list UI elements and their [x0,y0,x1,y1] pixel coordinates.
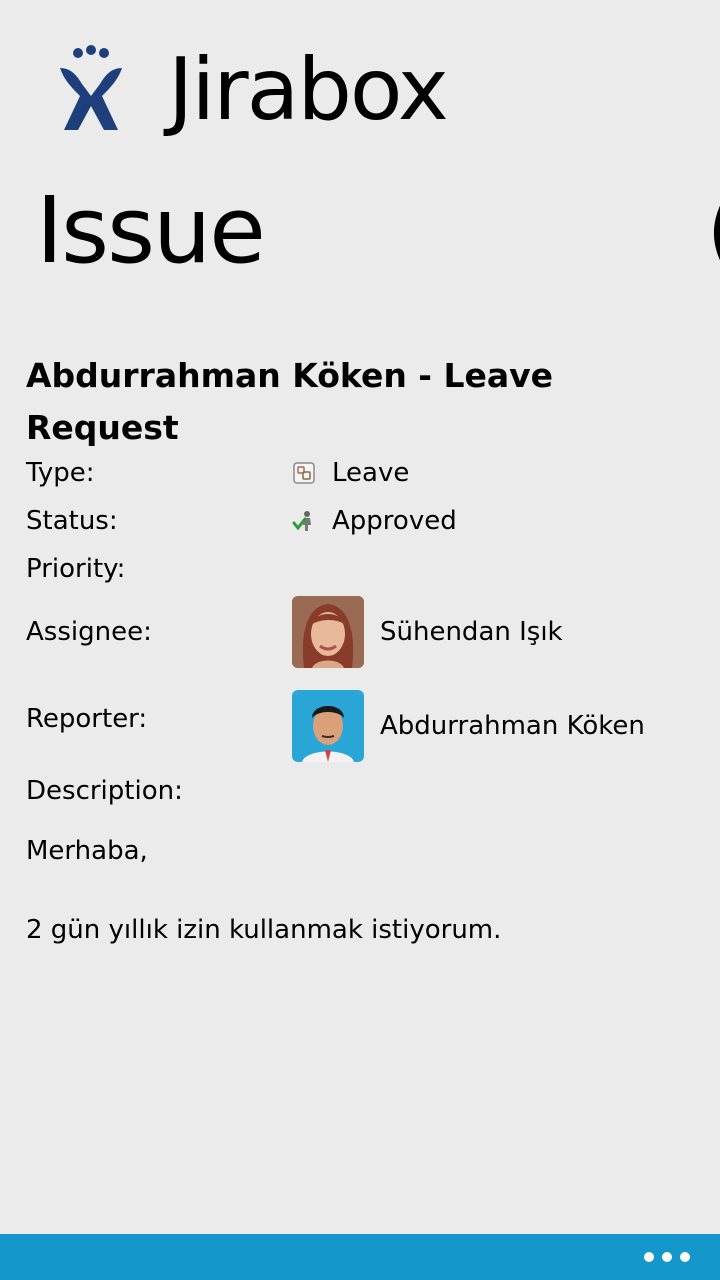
description-line: Merhaba, [26,836,148,866]
issue-title: Abdurrahman Köken - Leave Request [26,356,554,447]
status-value: Approved [292,503,457,539]
priority-label: Priority: [26,554,126,584]
jira-logo-icon [60,45,122,130]
next-pivot-header[interactable]: ( [706,176,720,286]
app-bar [0,1234,720,1280]
reporter-label: Reporter: [26,704,148,734]
leave-type-icon [293,462,315,484]
assignee-label: Assignee: [26,617,152,647]
assignee-value: Sühendan Işık [292,596,563,668]
page-title: Issue [36,177,266,284]
reporter-name: Abdurrahman Köken [380,711,645,741]
type-value: Leave [292,455,409,491]
app-header: Jirabox [56,40,449,140]
description-line: 2 gün yıllık izin kullanmak istiyorum. [26,915,502,945]
assignee-avatar [292,596,364,668]
status-label: Status: [26,506,118,536]
type-label: Type: [26,458,95,488]
status-value-text: Approved [332,506,457,536]
approved-status-icon [292,511,311,531]
description-label: Description: [26,776,183,806]
more-dots-icon[interactable] [644,1246,690,1268]
reporter-value: Abdurrahman Köken [292,690,645,762]
assignee-name: Sühendan Işık [380,617,563,647]
type-value-text: Leave [332,458,410,488]
app-title: Jirabox [168,40,449,140]
reporter-avatar [292,690,364,762]
